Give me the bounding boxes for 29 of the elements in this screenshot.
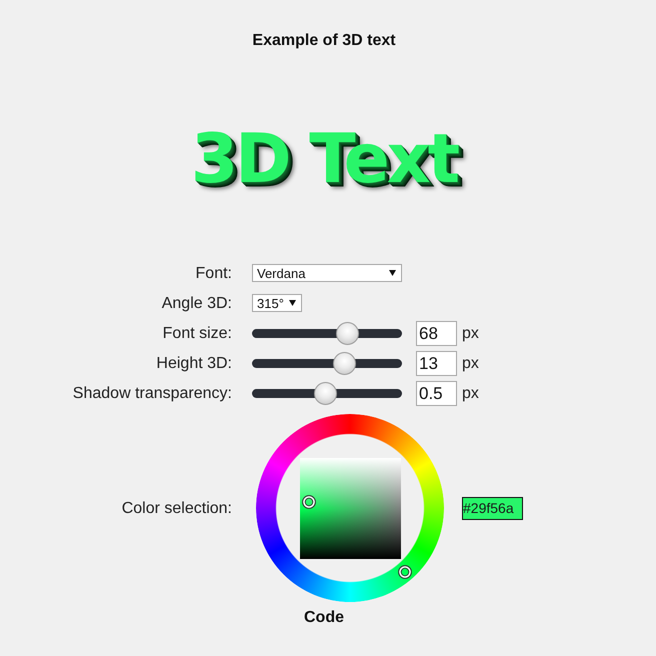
text-preview: 3D Text [190, 120, 459, 200]
slider[interactable] [252, 322, 402, 344]
unit-label: px [462, 324, 479, 342]
square-handle-icon[interactable] [302, 494, 316, 509]
field-label: Angle 3D: [162, 294, 232, 312]
page-title: Example of 3D text [252, 32, 396, 49]
field-label: Shadow transparency: [72, 384, 232, 402]
unit-label: px [462, 354, 479, 372]
field-label: Font: [196, 264, 232, 282]
number-input[interactable]: 68 [416, 320, 457, 346]
slider[interactable] [252, 352, 402, 374]
unit-label: px [462, 384, 479, 402]
dropdown[interactable]: 315° [252, 294, 302, 312]
slider[interactable] [252, 382, 402, 404]
caret-icon[interactable] [389, 270, 396, 276]
slider-thumb[interactable] [314, 382, 338, 404]
number-input[interactable]: 0.5 [416, 380, 457, 406]
color-square[interactable] [300, 458, 400, 558]
number-input[interactable]: 13 [416, 350, 457, 376]
code-heading: Code [304, 609, 344, 626]
field-label: Color selection: [122, 498, 232, 518]
field-label: Height 3D: [156, 354, 232, 372]
slider-thumb[interactable] [333, 352, 356, 374]
caret-icon[interactable] [288, 300, 296, 306]
dropdown[interactable]: Verdana [252, 264, 402, 282]
hex-color-field[interactable]: #29f56a [462, 496, 523, 520]
slider-thumb[interactable] [336, 322, 359, 344]
ring-handle-icon[interactable] [398, 564, 412, 578]
field-label: Font size: [162, 324, 232, 342]
